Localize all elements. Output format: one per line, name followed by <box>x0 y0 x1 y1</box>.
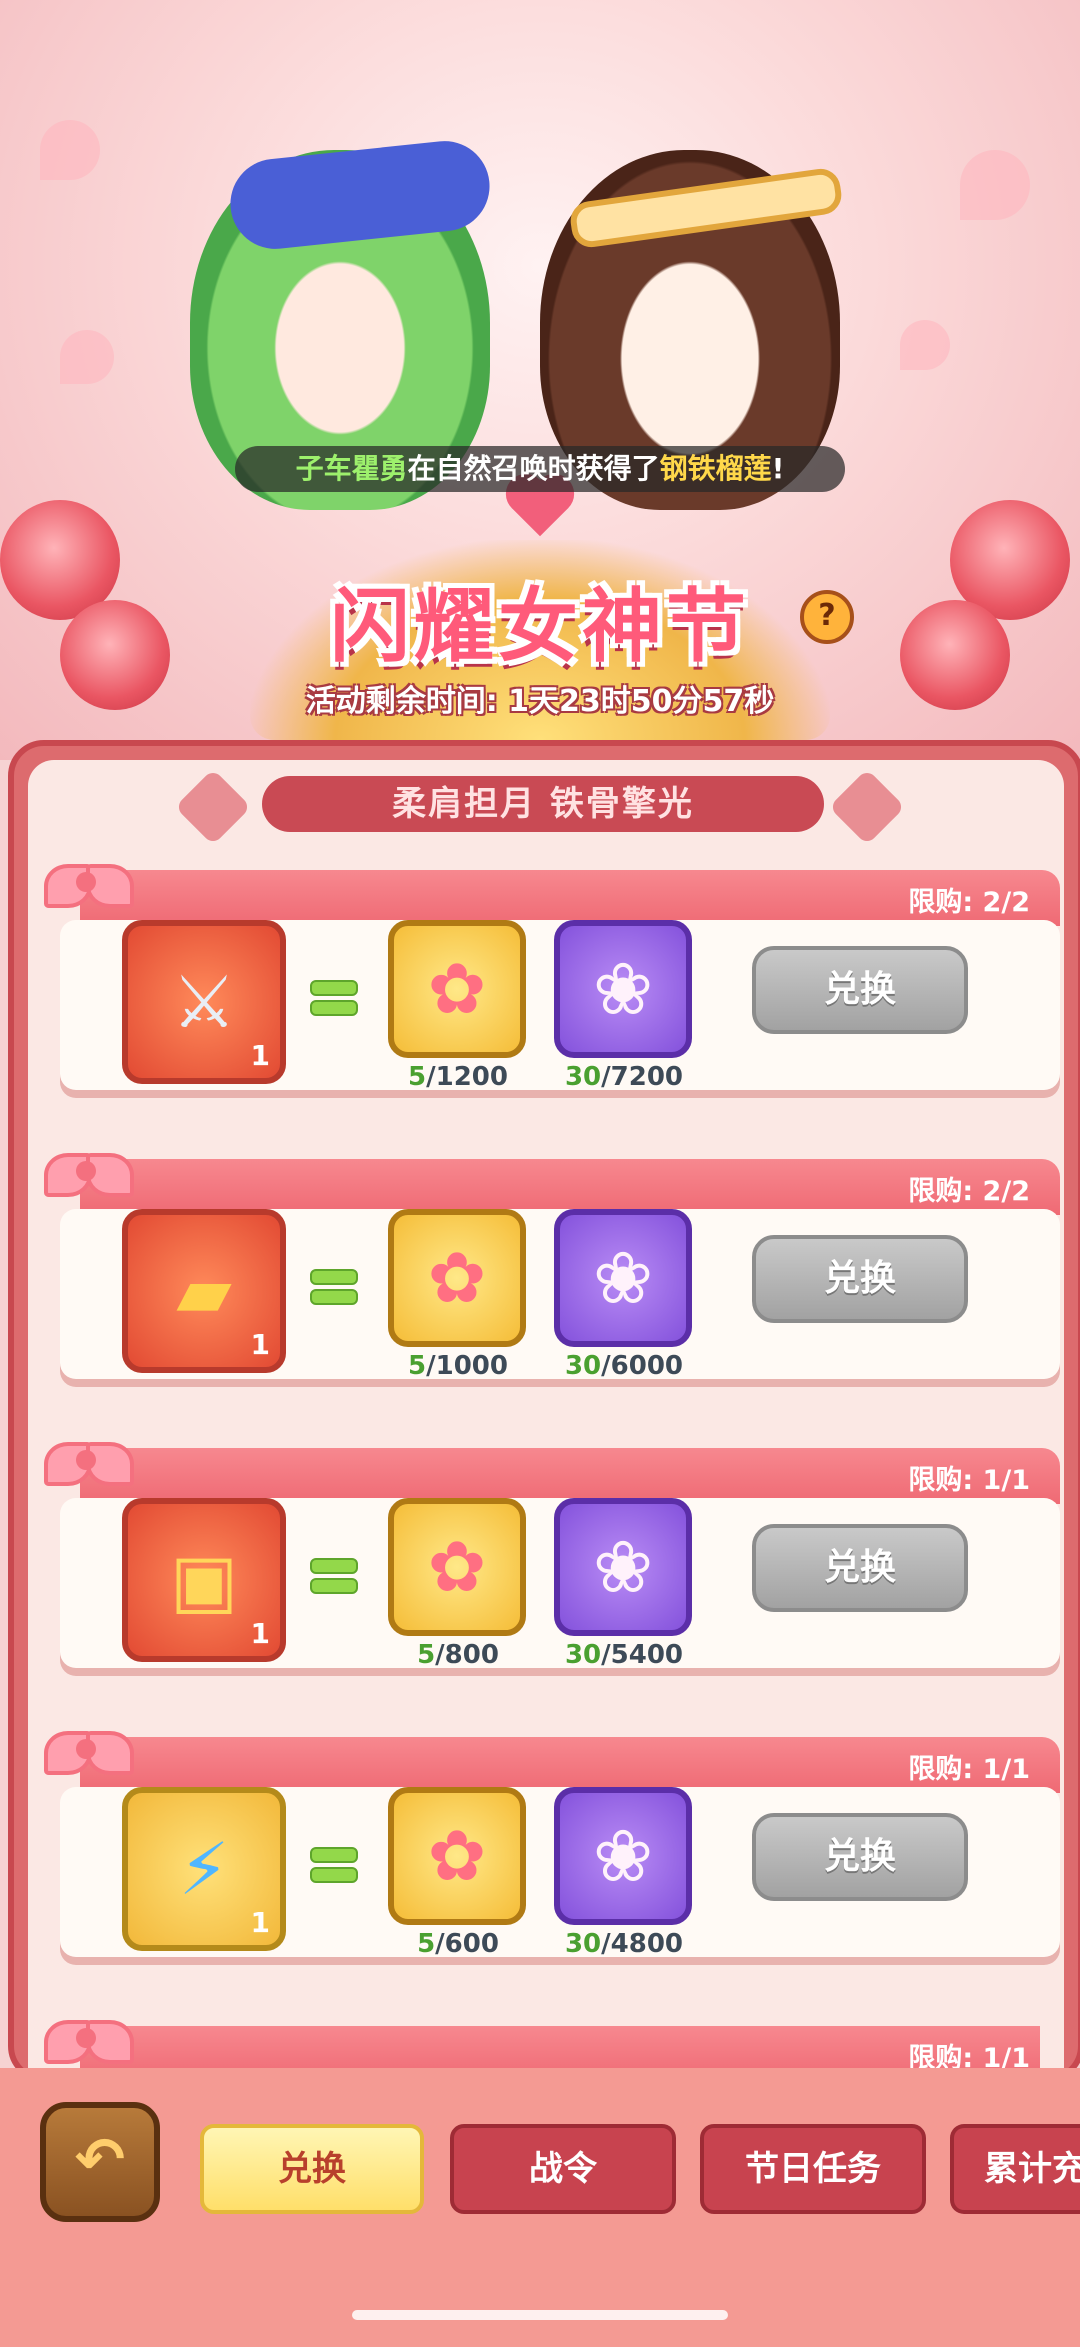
purchase-limit: 限购: 1/1 <box>908 2043 1030 2068</box>
cost-lily: 30/7200 <box>544 1062 704 1092</box>
cost-have: 30 <box>564 1351 602 1381</box>
back-arrow-icon[interactable]: ↶ <box>40 2102 160 2222</box>
cost-bouquet: 5/800 <box>378 1640 538 1670</box>
equals-icon <box>310 1269 358 1305</box>
card-header <box>80 2026 1040 2068</box>
exchange-card: 限购: 1/1 ▣ 1 ✿ ❀ 5/800 30/5400 兑换 <box>40 1428 1060 1708</box>
cost-need: /5400 <box>601 1640 684 1670</box>
cost-bouquet: 5/600 <box>378 1929 538 1959</box>
purchase-limit: 限购: 1/1 <box>908 1754 1030 1785</box>
cost-have: 5 <box>408 1351 427 1381</box>
cost-lily: 30/5400 <box>544 1640 704 1670</box>
petal-decoration <box>900 320 950 370</box>
purchase-limit: 限购: 2/2 <box>908 1176 1030 1207</box>
purchase-limit: 限购: 1/1 <box>908 1465 1030 1496</box>
cost-bouquet: 5/1200 <box>378 1062 538 1092</box>
cost-have: 30 <box>564 1640 602 1670</box>
petal-decoration <box>40 120 100 180</box>
rose-bouquet-icon[interactable]: ✿ <box>388 1209 526 1347</box>
cost-need: /6000 <box>601 1351 684 1381</box>
petal-decoration <box>960 150 1030 220</box>
robot-mecha-icon[interactable]: ⚔ 1 <box>122 920 286 1084</box>
equals-icon <box>310 1847 358 1883</box>
broadcast-item: 钢铁榴莲 <box>659 452 772 485</box>
exchange-card: 限购: 2/2 ▰ 1 ✿ ❀ 5/1000 30/6000 兑换 <box>40 1139 1060 1419</box>
bouquet-glyph: ✿ <box>427 1815 487 1897</box>
golden-blaster-icon[interactable]: ▰ 1 <box>122 1209 286 1373</box>
lily-glyph: ❀ <box>592 1525 654 1609</box>
event-title: 闪耀女神节 <box>330 580 750 673</box>
equals-icon <box>310 980 358 1016</box>
exchange-card-partial: 限购: 1/1 <box>40 2006 1040 2068</box>
rose-bouquet-icon[interactable]: ✿ <box>388 1498 526 1636</box>
lily-glyph: ❀ <box>592 1236 654 1320</box>
cost-lily: 30/6000 <box>544 1351 704 1381</box>
exchange-button[interactable]: 兑换 <box>752 1524 968 1612</box>
reward-quantity: 1 <box>250 1617 270 1650</box>
cost-need: /1200 <box>426 1062 508 1092</box>
cost-have: 5 <box>417 1929 436 1959</box>
tab-cumulative-recharge[interactable]: 累计充 <box>950 2124 1080 2214</box>
exchange-button[interactable]: 兑换 <box>752 946 968 1034</box>
cost-need: /800 <box>435 1640 499 1670</box>
bouquet-glyph: ✿ <box>427 948 487 1030</box>
broadcast-player: 子车瞿勇 <box>295 452 408 485</box>
exchange-button[interactable]: 兑换 <box>752 1813 968 1901</box>
broadcast-end: ! <box>771 452 785 485</box>
cost-bouquet: 5/1000 <box>378 1351 538 1381</box>
petal-decoration <box>60 330 114 384</box>
cost-have: 5 <box>417 1640 436 1670</box>
ribbon-bow-icon <box>40 1428 134 1508</box>
lily-glyph: ❀ <box>592 947 654 1031</box>
exchange-button[interactable]: 兑换 <box>752 1235 968 1323</box>
ribbon-bow-icon <box>40 1139 134 1219</box>
purchase-limit: 限购: 2/2 <box>908 887 1030 918</box>
cost-need: /600 <box>435 1929 499 1959</box>
cost-need: /7200 <box>601 1062 684 1092</box>
lily-flower-icon[interactable]: ❀ <box>554 920 692 1058</box>
lily-flower-icon[interactable]: ❀ <box>554 1498 692 1636</box>
section-subtitle: 柔肩担月 铁骨擎光 <box>262 776 824 832</box>
home-indicator[interactable] <box>352 2310 728 2320</box>
bouquet-glyph: ✿ <box>427 1526 487 1608</box>
ribbon-bow-icon <box>40 1717 134 1797</box>
cost-lily: 30/4800 <box>544 1929 704 1959</box>
bouquet-glyph: ✿ <box>427 1237 487 1319</box>
tab-battle-pass[interactable]: 战令 <box>450 2124 676 2214</box>
lily-glyph: ❀ <box>592 1814 654 1898</box>
reward-quantity: 1 <box>250 1906 270 1939</box>
cost-have: 30 <box>564 1062 602 1092</box>
mystery-chest-icon[interactable]: ▣ 1 <box>122 1498 286 1662</box>
cost-need: /1000 <box>426 1351 508 1381</box>
reward-quantity: 1 <box>250 1039 270 1072</box>
help-icon[interactable]: ? <box>800 590 854 644</box>
lily-flower-icon[interactable]: ❀ <box>554 1787 692 1925</box>
cost-have: 5 <box>408 1062 427 1092</box>
rose-bouquet-icon[interactable]: ✿ <box>388 1787 526 1925</box>
cost-need: /4800 <box>601 1929 684 1959</box>
ribbon-bow-icon <box>40 850 134 930</box>
reward-quantity: 1 <box>250 1328 270 1361</box>
broadcast-ticker: 子车瞿勇在自然召唤时获得了钢铁榴莲! <box>235 446 845 492</box>
tab-exchange[interactable]: 兑换 <box>200 2124 424 2214</box>
lightning-card-icon[interactable]: ⚡ 1 <box>122 1787 286 1951</box>
exchange-card: 限购: 2/2 ⚔ 1 ✿ ❀ 5/1200 30/7200 兑换 <box>40 850 1060 1130</box>
ribbon-bow-icon <box>40 2006 134 2068</box>
equals-icon <box>310 1558 358 1594</box>
lily-flower-icon[interactable]: ❀ <box>554 1209 692 1347</box>
cost-have: 30 <box>564 1929 602 1959</box>
event-countdown: 活动剩余时间: 1天23时50分57秒 <box>305 684 775 719</box>
tab-festival-tasks[interactable]: 节日任务 <box>700 2124 926 2214</box>
rose-bouquet-icon[interactable]: ✿ <box>388 920 526 1058</box>
exchange-card: 限购: 1/1 ⚡ 1 ✿ ❀ 5/600 30/4800 兑换 <box>40 1717 1060 1997</box>
broadcast-text: 在自然召唤时获得了 <box>407 452 660 485</box>
